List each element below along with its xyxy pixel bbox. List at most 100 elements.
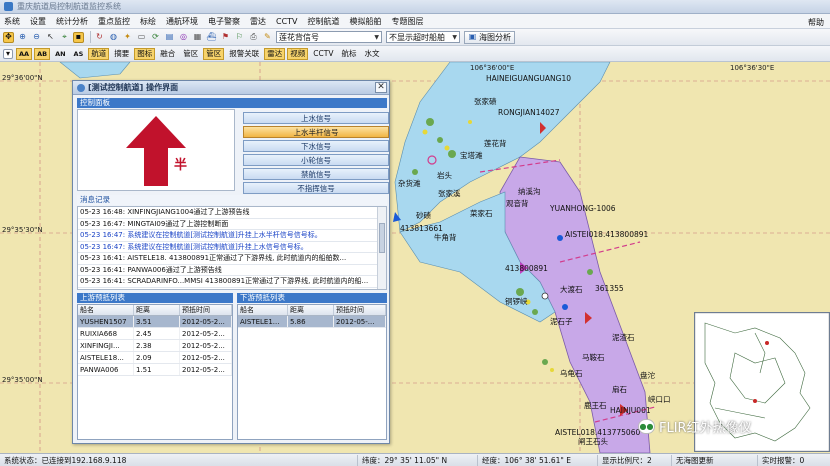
menu-control-channel[interactable]: 控制航道 xyxy=(308,16,340,27)
ship-label[interactable]: YUANHONG-1006 xyxy=(550,204,616,213)
menu-system[interactable]: 系统 xyxy=(4,16,20,27)
place-label: 马鞍石 xyxy=(582,353,605,362)
place-label: 牛角背 xyxy=(434,233,457,242)
column-header[interactable]: 船名 xyxy=(238,305,288,315)
layer-toggle-icons[interactable]: 图标 xyxy=(134,47,156,60)
menu-e-police[interactable]: 电子警察 xyxy=(208,16,240,27)
cell-eta: 2012-05-2... xyxy=(180,328,232,339)
layer-toggle-fusion[interactable]: 融合 xyxy=(157,48,178,60)
alarm-icon[interactable]: ⚑ xyxy=(220,32,231,43)
column-header[interactable]: 船名 xyxy=(78,305,134,315)
layer-toggle-summary[interactable]: 摘要 xyxy=(111,48,132,60)
layer-toggle-channel[interactable]: 航道 xyxy=(88,47,110,60)
place-label: 菜家石 xyxy=(470,209,493,218)
upstream-half-signal-button[interactable]: 上水半杆信号 xyxy=(243,126,389,138)
layer-toggle-as[interactable]: AS xyxy=(71,48,87,60)
layer-toggle-buoy[interactable]: 航标 xyxy=(338,48,359,60)
menu-cctv[interactable]: CCTV xyxy=(276,17,298,26)
ship-label[interactable]: 361355 xyxy=(595,284,624,293)
layer-toggle-video[interactable]: 视频 xyxy=(287,47,309,60)
ship-label[interactable]: 413800891 xyxy=(505,264,548,273)
close-icon[interactable]: ✕ xyxy=(375,82,387,93)
select-icon[interactable]: ▪ xyxy=(73,31,84,43)
flag-icon[interactable]: ⚐ xyxy=(234,32,245,43)
table-row[interactable]: XINFINGJI... 2.38 2012-05-2... xyxy=(78,340,232,352)
app-icon xyxy=(4,2,13,11)
menu-help[interactable]: 帮助 xyxy=(808,17,824,28)
ship-icon[interactable]: ⛴ xyxy=(206,32,217,43)
dialog-titlebar[interactable]: [测试控制航道] 操作界面 ✕ xyxy=(73,81,389,95)
chart-analysis-button[interactable]: ▣ 海图分析 xyxy=(464,30,515,44)
column-header[interactable]: 距离 xyxy=(288,305,334,315)
filter-select[interactable]: 不显示超时船舶 ▼ xyxy=(386,31,460,43)
downstream-panel-label: 下游预抵列表 xyxy=(237,293,387,303)
menu-thematic-layer[interactable]: 专题图层 xyxy=(392,16,424,27)
table-row[interactable]: YUSHEN1507 3.51 2012-05-2... xyxy=(78,316,232,328)
menu-settings[interactable]: 设置 xyxy=(30,16,46,27)
zoom-out-icon[interactable]: ⊖ xyxy=(31,32,42,43)
layer-menu-icon[interactable]: ▾ xyxy=(3,48,13,59)
layer-toggle-cctv[interactable]: CCTV xyxy=(310,48,336,60)
grid-icon[interactable]: ▦ xyxy=(192,32,203,43)
cell-distance: 3.51 xyxy=(134,316,180,327)
refresh-icon[interactable]: ↻ xyxy=(94,32,105,43)
menu-plotting[interactable]: 标绘 xyxy=(140,16,156,27)
layer-toggle-ab[interactable]: AB xyxy=(34,47,51,60)
lon-label: 106°36'30"E xyxy=(730,64,775,72)
globe-icon[interactable]: ◍ xyxy=(108,32,119,43)
lat-label: 29°36'00"N xyxy=(2,74,43,82)
menu-navigation-env[interactable]: 通航环境 xyxy=(166,16,198,27)
target-icon[interactable]: ◎ xyxy=(178,32,189,43)
layer-toolbar: ▾ AA AB AN AS 航道 摘要 图标 融合 管区 管区 报警关联 雷达 … xyxy=(0,46,830,62)
small-boat-signal-button[interactable]: 小轮信号 xyxy=(243,154,389,166)
pointer-icon[interactable]: ↖ xyxy=(45,32,56,43)
table-row[interactable]: AISTELE1... 5.86 2012-05-... xyxy=(238,316,386,328)
star-icon[interactable]: ✦ xyxy=(122,32,133,43)
column-header[interactable]: 距离 xyxy=(134,305,180,315)
layer-toggle-alarm-link[interactable]: 报警关联 xyxy=(226,48,262,60)
column-header[interactable]: 预抵时间 xyxy=(334,305,386,315)
message-scrollbar[interactable] xyxy=(377,207,386,289)
layer-toggle-zone-1[interactable]: 管区 xyxy=(180,48,201,60)
menu-statistics[interactable]: 统计分析 xyxy=(56,16,88,27)
pen-icon[interactable]: ✎ xyxy=(262,32,273,43)
zoom-in-icon[interactable]: ⊕ xyxy=(17,32,28,43)
station-select[interactable]: 莲花背信号 ▼ xyxy=(276,31,382,43)
message-row: 05-23 16:47: 系统建议在控制航道[测试控制航道]升挂上水信号信号标。 xyxy=(78,242,378,253)
scrollbar-thumb[interactable] xyxy=(379,223,385,253)
route-icon[interactable]: ⟳ xyxy=(150,32,161,43)
menu-key-monitor[interactable]: 重点监控 xyxy=(98,16,130,27)
table-row[interactable]: AISTELE18... 2.09 2012-05-2... xyxy=(78,352,232,364)
place-label: 张家溪 xyxy=(438,189,461,198)
message-list[interactable]: 05-23 16:48: XINFINGJIANG1004通过了上游预告线 05… xyxy=(77,206,387,290)
table-row[interactable]: RUIXIA668 2.45 2012-05-2... xyxy=(78,328,232,340)
layer-toggle-an[interactable]: AN xyxy=(52,48,68,60)
window-title: 重庆航道局控制航道监控系统 xyxy=(17,2,121,11)
layer-toggle-hydrology[interactable]: 水文 xyxy=(361,48,382,60)
ship-label[interactable]: HAINJU001 xyxy=(610,406,651,415)
menu-simulate-ship[interactable]: 模拟船舶 xyxy=(350,16,382,27)
ruler-icon[interactable]: ▭ xyxy=(136,32,147,43)
upstream-signal-button[interactable]: 上水信号 xyxy=(243,112,389,124)
lon-label: 106°36'00"E xyxy=(470,64,515,72)
print-icon[interactable]: ⎙ xyxy=(248,32,259,43)
ship-label[interactable]: HAINEIGUANGUANG10 xyxy=(486,74,571,83)
downstream-signal-button[interactable]: 下水信号 xyxy=(243,140,389,152)
chevron-down-icon: ▼ xyxy=(374,33,379,41)
layer-toggle-zone-2[interactable]: 管区 xyxy=(203,47,225,60)
no-navigation-signal-button[interactable]: 禁航信号 xyxy=(243,168,389,180)
layer-toggle-aa[interactable]: AA xyxy=(16,47,33,60)
table-row[interactable]: PANWA006 1.51 2012-05-2... xyxy=(78,364,232,376)
ship-label[interactable]: AISTEI018.413800891 xyxy=(565,230,648,239)
cell-distance: 2.45 xyxy=(134,328,180,339)
downstream-table[interactable]: 船名 距离 预抵时间 AISTELE1... 5.86 2012-05-... xyxy=(237,304,387,440)
upstream-table[interactable]: 船名 距离 预抵时间 YUSHEN1507 3.51 2012-05-2... … xyxy=(77,304,233,440)
menu-radar[interactable]: 雷达 xyxy=(250,16,266,27)
column-header[interactable]: 预抵时间 xyxy=(180,305,232,315)
pan-icon[interactable]: ✥ xyxy=(3,31,14,43)
ship-label[interactable]: RONGJIAN14027 xyxy=(498,108,560,117)
measure-icon[interactable]: ⌖ xyxy=(59,32,70,43)
no-command-signal-button[interactable]: 不指挥信号 xyxy=(243,182,389,194)
layer-toggle-radar[interactable]: 雷达 xyxy=(264,47,286,60)
layer-icon[interactable]: ▤ xyxy=(164,32,175,43)
